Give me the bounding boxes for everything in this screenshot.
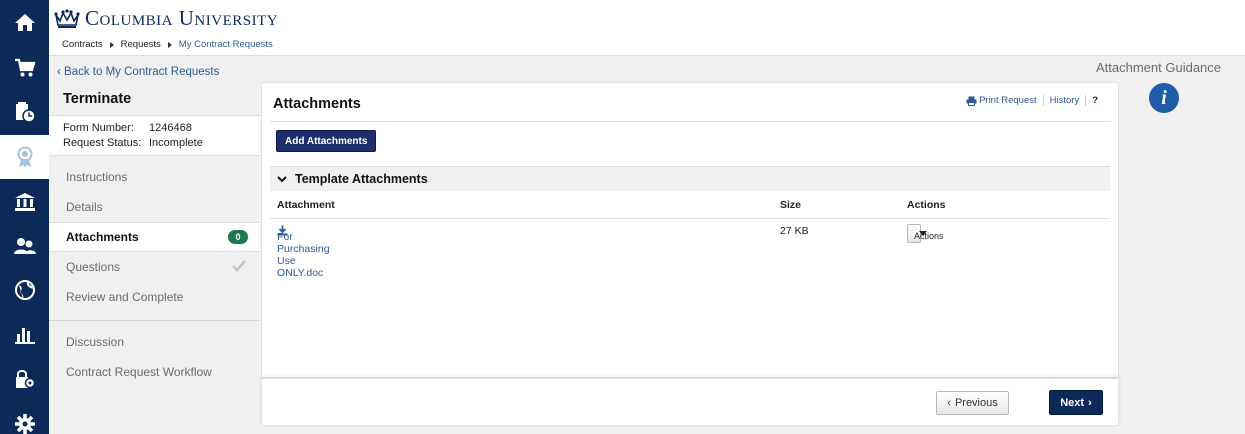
help-link[interactable]: ? [1085,95,1104,106]
back-link-label: Back to My Contract Requests [64,66,220,78]
section-title: Template Attachments [295,172,428,186]
back-link[interactable]: ‹ Back to My Contract Requests [57,66,219,78]
attachment-file-name: For Purchasing Use ONLY.doc [277,231,330,279]
breadcrumb-my-contract-requests[interactable]: My Contract Requests [179,39,273,50]
actions-dropdown-button[interactable]: Actions [907,224,944,243]
nav-item-instructions[interactable]: Instructions [49,162,260,192]
page-title: Attachments [273,96,361,112]
card-divider [270,121,1110,122]
logo-text: Columbia University [85,6,279,30]
nav-item-label: Discussion [66,335,125,349]
breadcrumb-contracts[interactable]: Contracts [62,39,103,50]
print-request-link[interactable]: Print Request [960,95,1043,106]
top-header: Columbia University [49,0,1245,36]
award-ribbon-icon[interactable] [0,135,49,179]
attachments-count-badge: 0 [228,230,248,244]
request-title: Terminate [49,84,260,115]
nav-item-questions[interactable]: Questions [49,252,260,282]
nav-divider [49,320,260,321]
nav-item-label: Questions [66,260,121,274]
form-number-label: Form Number: [63,122,134,134]
contracts-clock-icon[interactable] [0,90,49,134]
nav-item-contract-request-workflow[interactable]: Contract Request Workflow [49,357,260,387]
icon-rail [0,0,49,434]
request-status-label: Request Status: [63,137,142,149]
lock-gear-icon[interactable] [0,357,49,401]
chevron-right-icon: › [1088,396,1092,409]
template-attachments-section-header[interactable]: Template Attachments [270,166,1110,191]
checkmark-icon [232,260,246,272]
nav-item-label: Contract Request Workflow [66,365,212,379]
breadcrumb-bar: Contracts Requests My Contract Requests [49,36,1245,56]
request-info: Form Number: 1246468 Request Status: Inc… [49,115,260,156]
column-header-size: Size [780,199,802,211]
breadcrumb-separator-icon [167,41,172,48]
request-status-value: Incomplete [149,137,203,149]
nav-item-label: Instructions [66,170,128,184]
attachment-file-link[interactable]: For Purchasing Use ONLY.doc [277,225,330,279]
table-header: Attachment Size Actions [270,193,1110,219]
caret-down-icon [919,231,927,236]
add-attachments-button[interactable]: Add Attachments [276,130,377,152]
nav-item-attachments[interactable]: Attachments 0 [49,222,260,252]
nav-item-label: Attachments [66,230,139,244]
cart-icon[interactable] [0,46,49,90]
card-top-links: Print Request History ? [960,95,1104,106]
previous-button[interactable]: ‹ Previous [936,391,1009,415]
university-logo[interactable]: Columbia University [54,6,278,31]
chevron-left-icon: ‹ [947,397,951,409]
next-label: Next [1060,396,1085,409]
users-icon[interactable] [0,224,49,268]
next-button[interactable]: Next › [1049,390,1103,415]
attachments-card: Attachments Print Request History ? Add … [261,82,1119,378]
crown-icon [54,8,80,28]
attachment-guidance-heading: Attachment Guidance [1096,60,1222,75]
history-link[interactable]: History [1042,95,1086,106]
attachment-size: 27 KB [780,225,809,237]
previous-label: Previous [954,397,998,409]
column-header-attachment: Attachment [277,199,335,211]
chart-icon[interactable] [0,313,49,357]
nav-item-discussion[interactable]: Discussion [49,327,260,357]
nav-item-review-and-complete[interactable]: Review and Complete [49,282,260,312]
column-header-actions: Actions [907,199,946,211]
info-icon[interactable]: i [1149,83,1179,113]
left-panel: Terminate Form Number: 1246468 Request S… [49,84,260,387]
home-icon[interactable] [0,0,49,44]
breadcrumb: Contracts Requests My Contract Requests [62,39,273,50]
footer-bar: ‹ Previous Next › [261,378,1119,426]
bank-icon[interactable] [0,180,49,224]
breadcrumb-separator-icon [109,41,114,48]
nav-item-label: Review and Complete [66,290,184,304]
printer-icon [966,96,977,106]
nav-item-details[interactable]: Details [49,192,260,222]
print-request-label: Print Request [979,95,1037,106]
settings-icon[interactable] [0,402,49,434]
chevron-left-icon: ‹ [57,66,61,78]
form-number-value: 1246468 [149,122,192,134]
globe-icon[interactable] [0,268,49,312]
table-row: For Purchasing Use ONLY.doc 27 KB Action… [270,219,1110,279]
breadcrumb-requests[interactable]: Requests [121,39,161,50]
nav-item-label: Details [66,200,103,214]
chevron-down-icon [277,175,287,182]
